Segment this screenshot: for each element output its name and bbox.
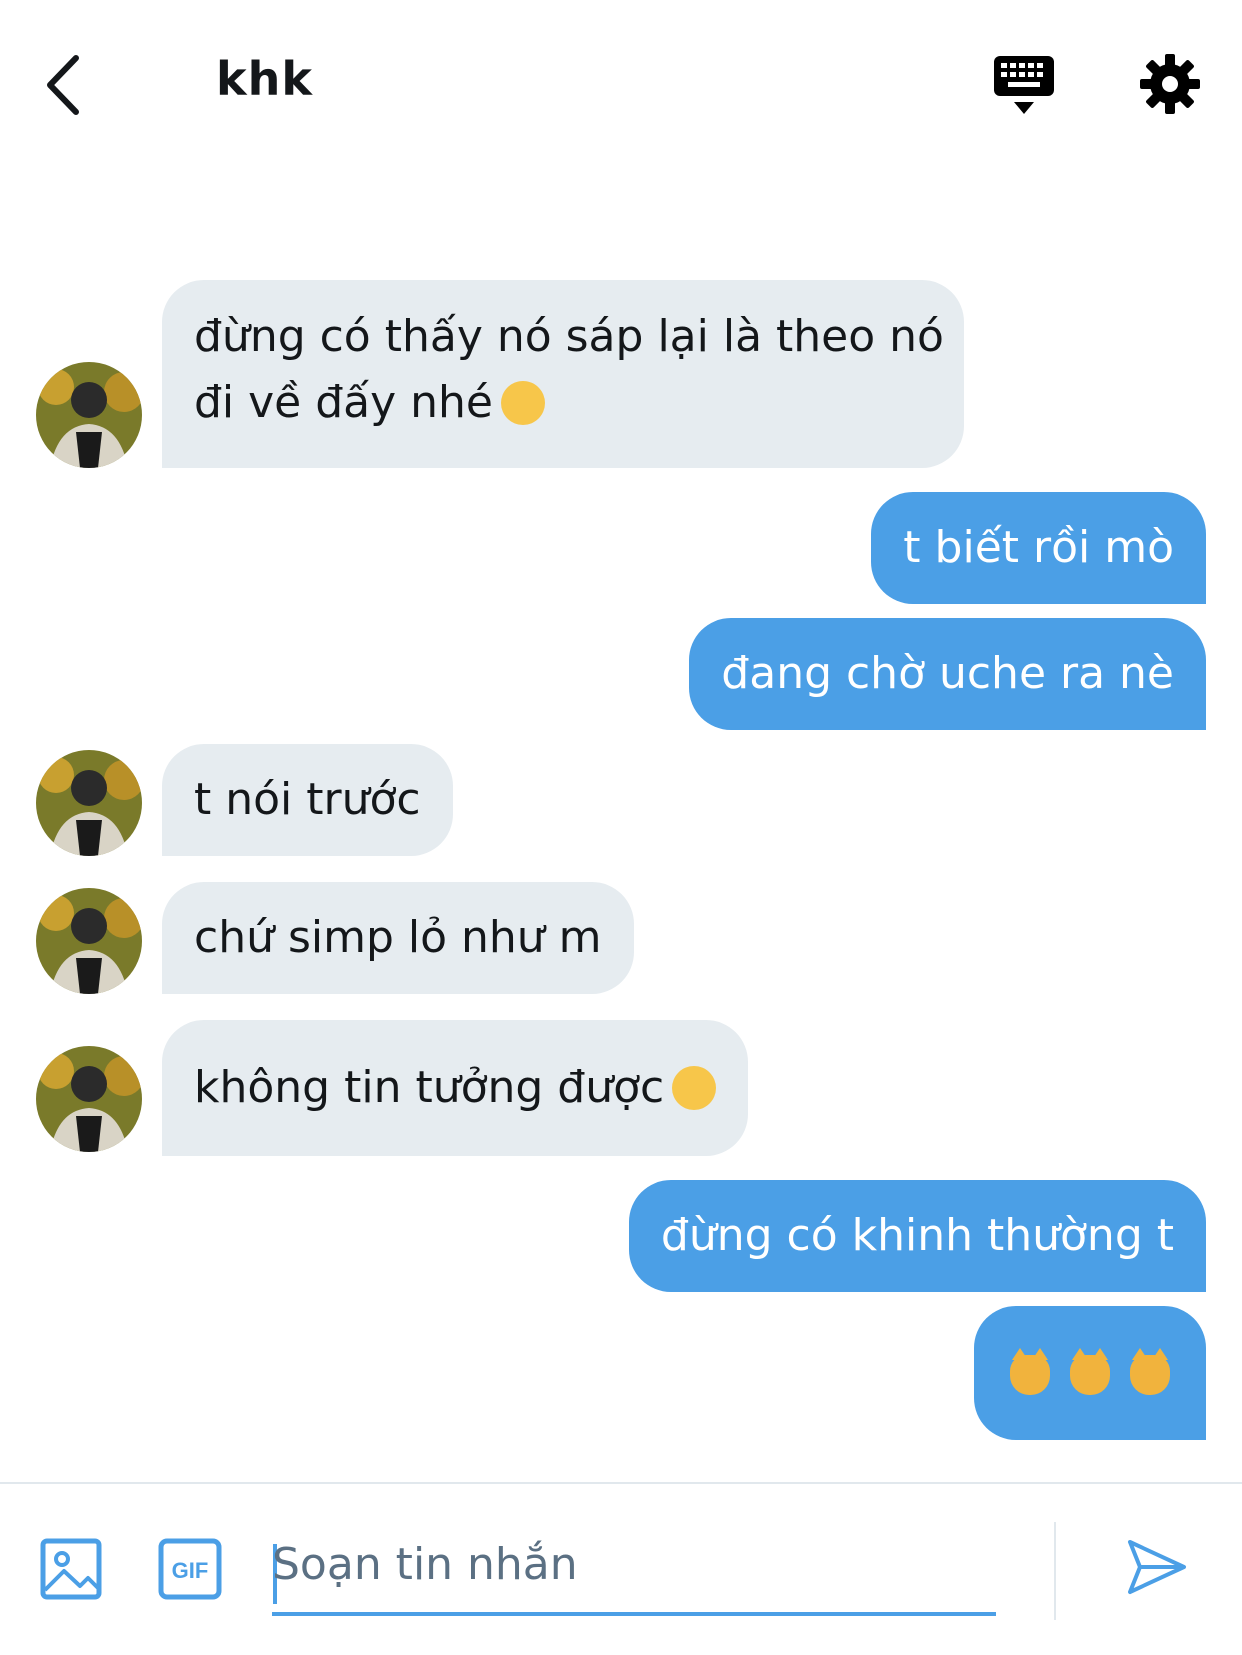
image-icon[interactable] bbox=[40, 1538, 102, 1600]
pouting-cat-icon bbox=[1130, 1348, 1170, 1395]
message-text: đừng có thấy nó sáp lại là theo nó bbox=[194, 311, 944, 362]
pouting-cat-icon bbox=[1070, 1348, 1110, 1395]
avatar[interactable] bbox=[36, 888, 142, 994]
composer-divider bbox=[1054, 1522, 1056, 1620]
message-bubble-incoming[interactable]: đừng có thấy nó sáp lại là theo nó đi về… bbox=[162, 280, 964, 468]
message-bubble-incoming[interactable]: chứ simp lỏ như m bbox=[162, 882, 634, 994]
avatar[interactable] bbox=[36, 362, 142, 468]
message-text: t biết rồi mò bbox=[903, 522, 1174, 573]
gear-icon[interactable] bbox=[1138, 52, 1202, 116]
message-input[interactable] bbox=[272, 1516, 996, 1616]
message-text: chứ simp lỏ như m bbox=[194, 912, 602, 963]
chevron-left-icon[interactable] bbox=[40, 50, 90, 120]
message-bubble-outgoing[interactable]: t biết rồi mò bbox=[871, 492, 1206, 604]
message-bubble-outgoing[interactable]: đừng có khinh thường t bbox=[628, 1180, 1206, 1292]
svg-text:GIF: GIF bbox=[172, 1558, 209, 1583]
message-text: đừng có khinh thường t bbox=[660, 1210, 1174, 1261]
message-text: đi về đấy nhé bbox=[194, 370, 932, 436]
message-bubble-incoming[interactable]: t nói trước bbox=[162, 744, 453, 856]
avatar[interactable] bbox=[36, 750, 142, 856]
pouting-cat-icon bbox=[1010, 1348, 1050, 1395]
conversation-header: khk bbox=[0, 0, 1242, 170]
slightly-smiling-face-icon bbox=[501, 381, 545, 425]
send-icon[interactable] bbox=[1126, 1536, 1188, 1598]
message-text: không tin tưởng được bbox=[194, 1062, 665, 1113]
message-bubble-outgoing[interactable]: đang chờ uche ra nè bbox=[689, 618, 1206, 730]
message-text: đang chờ uche ra nè bbox=[721, 648, 1174, 699]
message-bubble-incoming[interactable]: không tin tưởng được bbox=[162, 1020, 749, 1156]
message-composer: GIF bbox=[0, 1482, 1242, 1655]
conversation-title[interactable]: khk bbox=[216, 52, 313, 106]
gif-icon[interactable]: GIF bbox=[158, 1538, 222, 1600]
keyboard-icon[interactable] bbox=[992, 54, 1056, 118]
hugging-face-icon bbox=[672, 1066, 717, 1110]
message-bubble-outgoing[interactable] bbox=[974, 1306, 1206, 1440]
message-text: t nói trước bbox=[194, 774, 421, 825]
avatar[interactable] bbox=[36, 1046, 142, 1152]
